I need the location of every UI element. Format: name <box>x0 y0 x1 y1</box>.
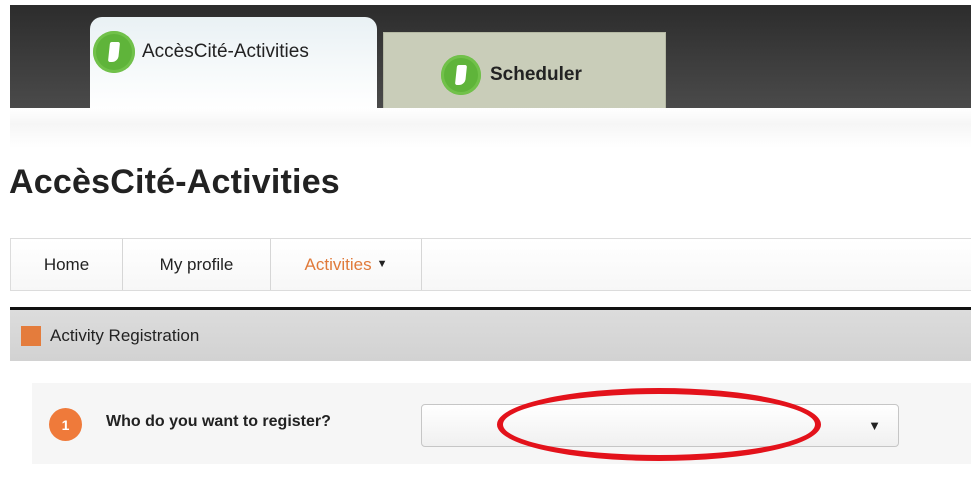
nav-item-label: Activities <box>304 254 372 274</box>
nav-item-my-profile[interactable]: My profile <box>123 239 271 290</box>
registration-form-panel: 1 Who do you want to register? ▼ <box>32 383 971 464</box>
step-number-badge: 1 <box>49 408 82 441</box>
caret-down-icon: ▼ <box>376 257 388 270</box>
header-band <box>10 108 971 148</box>
tab-label: Scheduler <box>490 63 582 85</box>
nav-item-home[interactable]: Home <box>11 239 123 290</box>
orange-square-icon <box>21 325 41 346</box>
chevron-down-icon: ▼ <box>868 418 881 433</box>
section-header: Activity Registration <box>10 310 971 361</box>
nav-item-activities[interactable]: Activities ▼ <box>271 239 422 290</box>
section-title: Activity Registration <box>50 325 200 345</box>
app-logo-icon <box>441 54 481 95</box>
tab-accescite-activities[interactable]: AccèsCité-Activities <box>90 17 377 110</box>
main-navigation: Home My profile Activities ▼ <box>10 238 971 291</box>
tab-scheduler[interactable]: Scheduler <box>383 32 666 108</box>
app-logo-icon <box>93 31 135 73</box>
nav-item-label: My profile <box>159 254 234 274</box>
register-question-label: Who do you want to register? <box>106 413 331 430</box>
register-person-select[interactable]: ▼ <box>421 404 899 447</box>
page-title: AccèsCité-Activities <box>9 163 340 201</box>
tab-label: AccèsCité-Activities <box>142 41 309 62</box>
nav-item-label: Home <box>43 254 90 274</box>
